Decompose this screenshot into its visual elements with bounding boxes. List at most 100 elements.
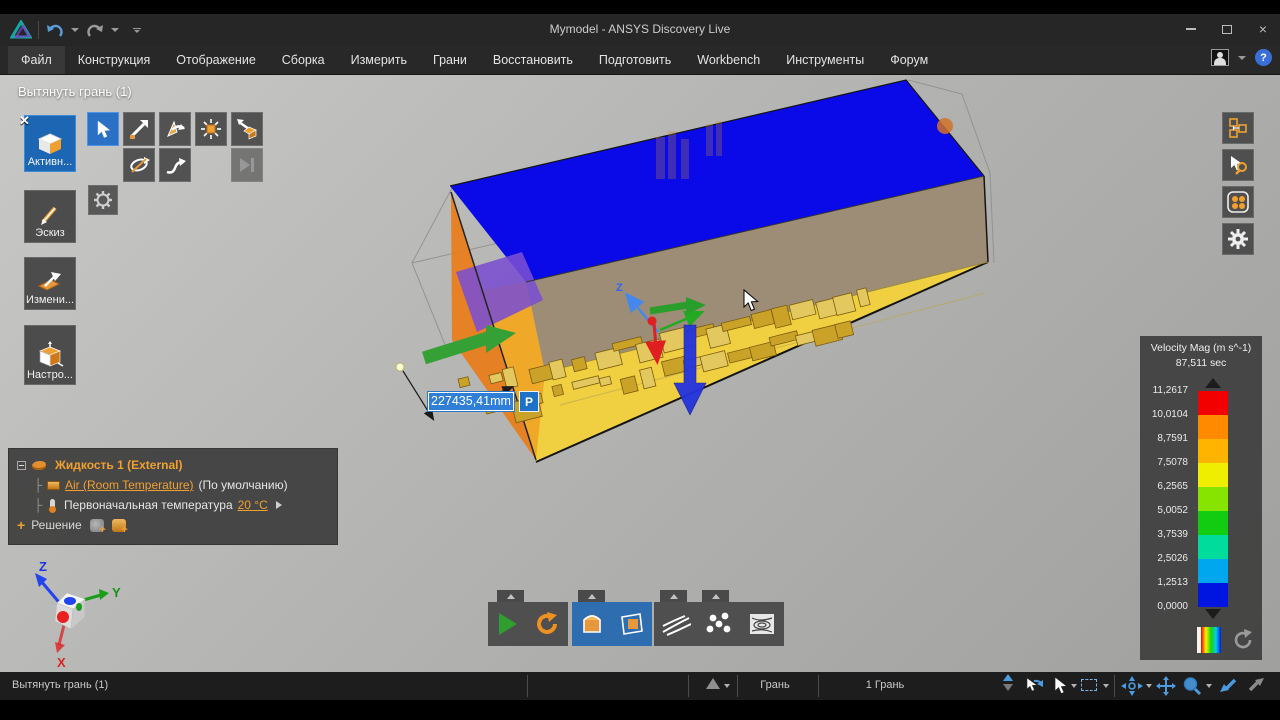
structure-tree-button[interactable] xyxy=(1222,112,1254,144)
legend-min-marker-icon[interactable] xyxy=(1205,609,1221,619)
select-mode-caret[interactable] xyxy=(1071,684,1077,688)
texture-map-button[interactable] xyxy=(740,602,784,646)
menu-item-prepare[interactable]: Подготовить xyxy=(586,46,684,74)
play-options-tab[interactable] xyxy=(497,590,524,602)
building-footprint xyxy=(570,356,588,373)
select-cursor-icon[interactable] xyxy=(1052,676,1068,697)
menu-item-tools[interactable]: Инструменты xyxy=(773,46,877,74)
dimension-value[interactable]: 227435,41mm xyxy=(429,393,513,410)
material-link[interactable]: Air (Room Temperature) xyxy=(65,478,193,492)
zoom-caret[interactable] xyxy=(1206,684,1212,688)
solid-view-button[interactable] xyxy=(572,602,612,646)
model-scene[interactable]: Z xyxy=(0,75,1280,672)
setup-label: Настро... xyxy=(26,369,73,381)
legend-reset-icon[interactable] xyxy=(1232,629,1254,651)
view-orientation-icon[interactable] xyxy=(706,678,720,689)
active-tool-button[interactable]: Активн... xyxy=(24,115,76,172)
app-window: Mymodel - ANSYS Discovery Live × Файл Кон… xyxy=(0,0,1280,720)
viewport-3d[interactable]: Z Вытянуть грань (1) ✕ Активн... Эскиз И… xyxy=(0,75,1280,672)
curve-pull-tool-button[interactable] xyxy=(159,148,191,182)
temperature-value-link[interactable]: 20 °C xyxy=(238,498,268,512)
appearance-options-button[interactable] xyxy=(1222,186,1254,218)
legend-color-bar[interactable] xyxy=(1198,391,1228,607)
expand-right-icon[interactable] xyxy=(275,501,282,509)
reset-simulation-button[interactable] xyxy=(528,602,568,646)
results-display-group xyxy=(654,602,784,646)
transparent-view-button[interactable] xyxy=(612,602,652,646)
menu-item-workbench[interactable]: Workbench xyxy=(684,46,773,74)
menu-item-display[interactable]: Отображение xyxy=(163,46,268,74)
select-tool-button[interactable] xyxy=(87,112,119,146)
menu-item-measure[interactable]: Измерить xyxy=(338,46,420,74)
tree-row-material[interactable]: ├ Air (Room Temperature) (По умолчанию) xyxy=(17,475,329,495)
box-select-icon[interactable] xyxy=(1081,676,1097,691)
dimension-input[interactable]: 227435,41mm xyxy=(427,391,515,412)
add-solid-monitor-icon[interactable] xyxy=(111,518,128,536)
dimension-anchor-point[interactable] xyxy=(395,362,405,372)
move-body-tool-button[interactable] xyxy=(231,112,263,146)
play-simulation-button[interactable] xyxy=(488,602,528,646)
power-selection-tool-button[interactable] xyxy=(195,112,227,146)
orbit-caret[interactable] xyxy=(1146,684,1152,688)
add-solution-icon[interactable]: + xyxy=(17,517,25,533)
close-button[interactable]: × xyxy=(1252,19,1274,39)
rotate-tool-button[interactable] xyxy=(123,148,155,182)
particle-options-tab[interactable] xyxy=(702,590,729,602)
setup-mode-button[interactable]: Настро... xyxy=(24,325,76,385)
minimize-button[interactable] xyxy=(1180,19,1202,39)
zoom-icon[interactable] xyxy=(1182,676,1202,699)
view-orientation-caret[interactable] xyxy=(724,684,730,688)
legend-band xyxy=(1198,439,1228,463)
menu-item-assembly[interactable]: Сборка xyxy=(269,46,338,74)
box-select-caret[interactable] xyxy=(1103,684,1109,688)
menu-item-construction[interactable]: Конструкция xyxy=(65,46,164,74)
fluid-icon xyxy=(32,460,46,470)
tree-row-fluid[interactable]: Жидкость 1 (External) xyxy=(17,455,329,475)
selection-mode-label[interactable]: Грань xyxy=(745,679,805,691)
help-icon[interactable]: ? xyxy=(1255,49,1272,66)
fluid-root-label[interactable]: Жидкость 1 (External) xyxy=(55,458,182,472)
triad-z-label: Z xyxy=(39,559,47,574)
settings-button[interactable] xyxy=(1222,223,1254,255)
legend-max-marker-icon[interactable] xyxy=(1205,378,1221,388)
tree-row-temperature[interactable]: ├ Первоначальная температура 20 °C xyxy=(17,495,329,515)
tree-branch-glyph: ├ xyxy=(33,498,43,512)
pan-icon[interactable] xyxy=(1156,676,1176,699)
title-bar: Mymodel - ANSYS Discovery Live × xyxy=(0,14,1280,46)
particles-button[interactable] xyxy=(697,602,740,646)
sketch-label: Эскиз xyxy=(35,227,65,239)
gear-options-button[interactable] xyxy=(88,185,118,215)
orbit-icon[interactable] xyxy=(1121,676,1143,699)
spin-updown-icon[interactable] xyxy=(1003,674,1013,691)
menu-item-file[interactable]: Файл xyxy=(8,46,65,74)
menu-item-facets[interactable]: Грани xyxy=(420,46,480,74)
account-icon[interactable] xyxy=(1211,49,1229,66)
expander-icon[interactable] xyxy=(17,460,26,470)
next-view-icon xyxy=(1246,676,1266,697)
tree-row-solution[interactable]: + Решение xyxy=(17,515,329,536)
maximize-button[interactable] xyxy=(1216,19,1238,39)
previous-view-icon[interactable] xyxy=(1218,676,1238,697)
corner-sphere-handle[interactable] xyxy=(937,118,953,134)
solid-options-tab[interactable] xyxy=(578,590,605,602)
close-tool-icon[interactable]: ✕ xyxy=(19,113,30,129)
menu-item-forum[interactable]: Форум xyxy=(877,46,941,74)
add-flow-monitor-icon[interactable] xyxy=(89,518,106,536)
orientation-triad[interactable]: Z Y X xyxy=(15,555,130,670)
pencil-icon xyxy=(41,206,57,225)
legend-band xyxy=(1198,511,1228,535)
legend-tick-label: 11,2617 xyxy=(1152,385,1188,396)
selection-filter-button[interactable] xyxy=(1222,149,1254,181)
pull-guide-tool-button[interactable] xyxy=(159,112,191,146)
streamlines-button[interactable] xyxy=(654,602,697,646)
pull-tool-button[interactable] xyxy=(123,112,155,146)
legend-palette-icon[interactable] xyxy=(1197,627,1221,653)
legend-tick-label: 6,2565 xyxy=(1157,481,1188,492)
p-lock-button[interactable]: P xyxy=(519,391,539,412)
rotate-cursor-icon[interactable] xyxy=(1024,676,1044,699)
menu-item-repair[interactable]: Восстановить xyxy=(480,46,586,74)
edit-mode-button[interactable]: Измени... xyxy=(24,257,76,310)
streamline-options-tab[interactable] xyxy=(660,590,687,602)
sketch-mode-button[interactable]: Эскиз xyxy=(24,190,76,243)
account-dropdown-caret[interactable] xyxy=(1238,55,1246,60)
